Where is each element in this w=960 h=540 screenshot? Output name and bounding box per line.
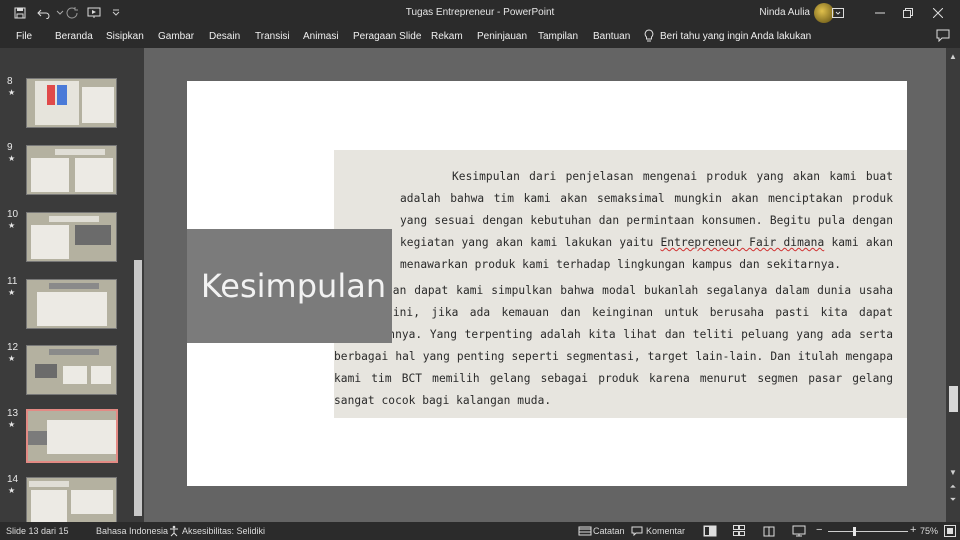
thumbnail-number: 10 <box>7 209 19 220</box>
transition-star-icon: ★ <box>8 154 16 163</box>
notes-button[interactable]: Catatan <box>593 526 625 536</box>
transition-star-icon: ★ <box>8 288 16 297</box>
thumbnail-number: 14 <box>7 474 19 485</box>
zoom-level[interactable]: 75% <box>920 526 938 536</box>
tab-transisi[interactable]: Transisi <box>255 31 290 42</box>
slideshow-view-icon[interactable] <box>792 525 806 537</box>
restore-icon[interactable] <box>892 0 924 26</box>
fit-slide-icon[interactable] <box>944 525 956 537</box>
start-slideshow-icon[interactable] <box>84 4 104 22</box>
thumbnail-slide-14[interactable] <box>26 477 117 522</box>
customize-toolbar-icon[interactable] <box>106 4 126 22</box>
zoom-slider-thumb[interactable] <box>853 527 856 536</box>
redo-icon[interactable] <box>62 4 82 22</box>
powerpoint-window: Tugas Entrepreneur - PowerPoint Ninda Au… <box>0 0 960 540</box>
slide-title: Kesimpulan <box>200 267 387 305</box>
paragraph-2: Dan dapat kami simpulkan bahwa modal buk… <box>334 284 893 407</box>
tab-sisipkan[interactable]: Sisipkan <box>106 31 144 42</box>
comment-icon[interactable] <box>936 29 950 42</box>
lightbulb-icon <box>644 29 654 43</box>
slide-scrollbar[interactable]: ▲ ▼ ⏶ ⏷ <box>946 48 960 522</box>
thumbnail-scrollbar[interactable] <box>131 48 144 522</box>
thumbnail-number: 8 <box>7 76 13 87</box>
ribbon-display-icon[interactable] <box>822 0 854 26</box>
thumbnail-number: 9 <box>7 142 13 153</box>
tab-tampilan[interactable]: Tampilan <box>538 31 578 42</box>
title-block[interactable]: Kesimpulan <box>187 229 392 343</box>
transition-star-icon: ★ <box>8 354 16 363</box>
title-bar: Tugas Entrepreneur - PowerPoint Ninda Au… <box>0 0 960 26</box>
zoom-out-icon[interactable]: − <box>816 524 822 536</box>
transition-star-icon: ★ <box>8 486 16 495</box>
transition-star-icon: ★ <box>8 420 16 429</box>
comments-icon <box>631 526 643 536</box>
scroll-down-icon[interactable]: ▼ <box>948 468 958 478</box>
tell-me-search[interactable]: Beri tahu yang ingin Anda lakukan <box>644 29 811 43</box>
thumbnail-number: 11 <box>7 276 18 287</box>
thumbnail-slide-11[interactable] <box>26 279 117 329</box>
ribbon-tabs: File Beranda Sisipkan Gambar Desain Tran… <box>0 26 960 48</box>
next-slide-icon[interactable]: ⏷ <box>948 495 958 505</box>
language-indicator[interactable]: Bahasa Indonesia <box>96 526 168 536</box>
scroll-up-icon[interactable]: ▲ <box>948 52 958 62</box>
slide[interactable]: Kesimpulan dari penjelasan mengenai prod… <box>187 81 907 486</box>
tell-me-label: Beri tahu yang ingin Anda lakukan <box>660 30 812 42</box>
tab-desain[interactable]: Desain <box>209 31 240 42</box>
comments-button[interactable]: Komentar <box>646 526 685 536</box>
tab-rekam[interactable]: Rekam <box>431 31 463 42</box>
slide-scroll-thumb[interactable] <box>949 386 958 412</box>
transition-star-icon: ★ <box>8 221 16 230</box>
slide-sorter-icon[interactable] <box>733 525 745 537</box>
transition-star-icon: ★ <box>8 88 16 97</box>
thumbnail-number: 13 <box>7 408 19 419</box>
notes-icon <box>578 526 592 536</box>
reading-view-icon[interactable] <box>763 525 775 537</box>
save-icon[interactable] <box>10 4 30 22</box>
tab-file[interactable]: File <box>16 31 32 42</box>
thumbnail-slide-10[interactable] <box>26 212 117 262</box>
accessibility-icon <box>168 525 180 537</box>
paragraph-1: Kesimpulan dari penjelasan mengenai prod… <box>400 166 893 276</box>
thumbnail-slide-13[interactable] <box>26 409 118 463</box>
previous-slide-icon[interactable]: ⏶ <box>948 482 958 492</box>
tab-peninjauan[interactable]: Peninjauan <box>477 31 527 42</box>
content-text-box[interactable]: Kesimpulan dari penjelasan mengenai prod… <box>334 150 907 418</box>
thumbnail-scroll-thumb[interactable] <box>134 260 142 516</box>
thumbnail-slide-12[interactable] <box>26 345 117 395</box>
spellcheck-underlined-text: Entrepreneur Fair dimana <box>660 236 825 249</box>
close-icon[interactable] <box>922 0 954 26</box>
user-name[interactable]: Ninda Aulia <box>759 7 810 18</box>
tab-beranda[interactable]: Beranda <box>55 31 93 42</box>
tab-bantuan[interactable]: Bantuan <box>593 31 630 42</box>
slide-thumbnail-pane: 8 ★ 9 ★ 10 ★ 11 ★ 12 ★ 13 ★ 14 ★ <box>0 48 144 522</box>
thumbnail-slide-8[interactable] <box>26 78 117 128</box>
tab-animasi[interactable]: Animasi <box>303 31 339 42</box>
status-bar: Slide 13 dari 15 Bahasa Indonesia Aksesi… <box>0 522 960 540</box>
zoom-slider[interactable] <box>828 531 908 532</box>
tab-gambar[interactable]: Gambar <box>158 31 194 42</box>
tab-peragaan-slide[interactable]: Peragaan Slide <box>353 31 421 42</box>
thumbnail-slide-9[interactable] <box>26 145 117 195</box>
thumbnail-number: 12 <box>7 342 19 353</box>
normal-view-icon[interactable] <box>703 525 717 537</box>
slide-canvas: Kesimpulan dari penjelasan mengenai prod… <box>144 48 946 522</box>
accessibility-status[interactable]: Aksesibilitas: Selidiki <box>182 526 265 536</box>
slide-counter: Slide 13 dari 15 <box>6 526 69 536</box>
zoom-in-icon[interactable]: + <box>910 524 916 536</box>
